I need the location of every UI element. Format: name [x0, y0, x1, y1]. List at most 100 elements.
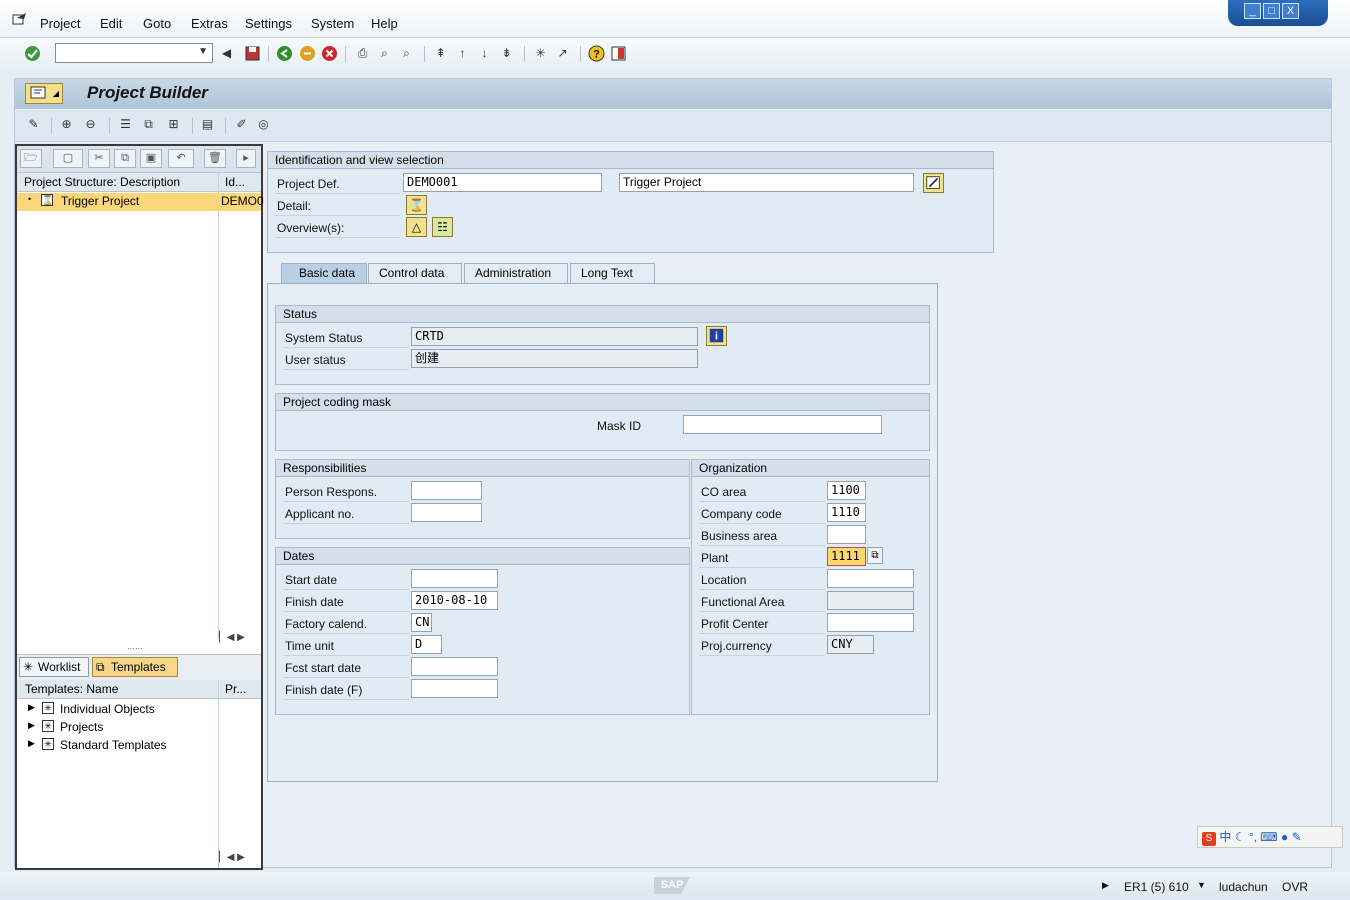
paste-icon[interactable]: ▣: [140, 149, 162, 168]
collapse-icon[interactable]: ⊖: [82, 116, 99, 133]
edit-pencil-icon[interactable]: ✎: [25, 116, 42, 133]
scroll-left-icon[interactable]: ▏◀ ▶: [219, 632, 245, 643]
cut-icon[interactable]: ✂: [88, 149, 110, 168]
column-pr-header[interactable]: Pr...: [225, 682, 246, 696]
system-info-dropdown-icon[interactable]: ▼: [1197, 880, 1206, 890]
print-icon[interactable]: ⎙: [354, 45, 371, 62]
expand-arrow-icon[interactable]: ▶: [28, 738, 35, 749]
copy-icon[interactable]: ⧉: [114, 149, 136, 168]
close-button[interactable]: X: [1282, 3, 1299, 19]
ime-keyboard-icon[interactable]: ⌨: [1260, 830, 1277, 844]
ime-moon-icon[interactable]: ☾: [1235, 830, 1246, 844]
system-menu-icon[interactable]: [12, 12, 28, 26]
menu-system[interactable]: System: [311, 16, 354, 31]
location-field[interactable]: [827, 569, 914, 588]
plant-field[interactable]: 1111: [827, 547, 866, 566]
mask-id-field[interactable]: [683, 415, 882, 434]
shortcut-icon[interactable]: ↗: [554, 45, 571, 62]
profit-center-field[interactable]: [827, 613, 914, 632]
menu-goto[interactable]: Goto: [143, 16, 171, 31]
tab-administration[interactable]: Administration: [464, 263, 568, 283]
last-page-icon[interactable]: ⇟: [498, 45, 515, 62]
change-documents-icon[interactable]: ✐: [233, 116, 250, 133]
undo-icon[interactable]: ↶: [168, 149, 194, 168]
menu-extras[interactable]: Extras: [191, 16, 228, 31]
company-code-field[interactable]: 1110: [827, 503, 866, 522]
menu-project[interactable]: Project: [40, 16, 80, 31]
dropdown-icon[interactable]: ▼: [198, 46, 208, 57]
create-icon[interactable]: ▢: [53, 149, 83, 168]
project-description-field[interactable]: Trigger Project: [619, 173, 914, 192]
ime-language-label[interactable]: 中: [1219, 830, 1231, 844]
start-date-field[interactable]: [411, 569, 498, 588]
command-field[interactable]: ▼: [55, 43, 213, 63]
open-folder-icon[interactable]: 🗁: [20, 149, 42, 168]
structure-graphic-icon[interactable]: ⧉: [140, 116, 157, 133]
restore-button[interactable]: □: [1263, 3, 1280, 19]
layout-menu-icon[interactable]: [610, 45, 627, 62]
help-icon[interactable]: ?: [588, 45, 605, 62]
ime-toolbar[interactable]: S 中 ☾ °, ⌨ ● ✎: [1197, 826, 1343, 848]
ime-user-icon[interactable]: ●: [1281, 830, 1288, 844]
edit-long-text-icon[interactable]: [923, 173, 944, 193]
network-icon[interactable]: ⊞: [165, 116, 182, 133]
menu-edit[interactable]: Edit: [100, 16, 122, 31]
more-icon[interactable]: ▸: [236, 149, 256, 168]
forecast-finish-field[interactable]: [411, 679, 498, 698]
network-overview-icon[interactable]: ☷: [432, 217, 453, 237]
title-menu-button[interactable]: ◢: [25, 83, 63, 104]
status-info-icon[interactable]: i: [706, 326, 727, 346]
tab-long-text[interactable]: Long Text: [570, 263, 655, 283]
exit-icon[interactable]: [299, 45, 316, 62]
finish-date-field[interactable]: 2010-08-10: [411, 591, 498, 610]
save-icon[interactable]: [244, 45, 261, 62]
back-icon[interactable]: [276, 45, 293, 62]
tree-item-description[interactable]: Trigger Project: [61, 194, 139, 208]
business-area-field[interactable]: [827, 525, 866, 544]
tree-item-id[interactable]: DEMO0: [221, 194, 264, 208]
collapse-left-icon[interactable]: ◀: [218, 45, 235, 62]
next-page-icon[interactable]: ↓: [476, 45, 493, 62]
project-detail-icon[interactable]: ⌛: [406, 195, 427, 215]
forecast-start-field[interactable]: [411, 657, 498, 676]
applicant-field[interactable]: [411, 503, 482, 522]
tab-worklist[interactable]: ✳ Worklist: [19, 657, 89, 677]
template-item[interactable]: Projects: [60, 720, 103, 734]
menu-help[interactable]: Help: [371, 16, 398, 31]
first-page-icon[interactable]: ⇞: [432, 45, 449, 62]
column-id-header[interactable]: Id...: [225, 175, 245, 189]
column-template-name-header[interactable]: Templates: Name: [25, 682, 118, 696]
project-def-field[interactable]: DEMO001: [403, 173, 602, 192]
hierarchy-icon[interactable]: ☰: [117, 116, 134, 133]
ime-settings-icon[interactable]: ✎: [1292, 830, 1302, 844]
search-help-icon[interactable]: ⧉: [867, 547, 883, 564]
scroll-left-icon[interactable]: ▏◀ ▶: [219, 852, 245, 863]
delete-icon[interactable]: 🗑: [204, 149, 226, 168]
previous-page-icon[interactable]: ↑: [454, 45, 471, 62]
ime-punctuation-icon[interactable]: °,: [1249, 830, 1257, 844]
settings-icon[interactable]: ◎: [255, 116, 272, 133]
person-responsible-field[interactable]: [411, 481, 482, 500]
expand-arrow-icon[interactable]: ▶: [28, 720, 35, 731]
column-description-header[interactable]: Project Structure: Description: [24, 175, 180, 189]
tab-basic-data[interactable]: Basic data: [281, 263, 367, 284]
table-icon[interactable]: ▤: [199, 116, 216, 133]
enter-check-icon[interactable]: [24, 45, 41, 62]
menu-settings[interactable]: Settings: [245, 16, 292, 31]
create-session-icon[interactable]: ✳: [532, 45, 549, 62]
status-expand-icon[interactable]: ▶: [1102, 880, 1109, 891]
expand-arrow-icon[interactable]: ▶: [28, 702, 35, 713]
template-item[interactable]: Individual Objects: [60, 702, 155, 716]
expand-icon[interactable]: ⊕: [58, 116, 75, 133]
factory-calendar-field[interactable]: CN: [411, 613, 432, 632]
cancel-icon[interactable]: [321, 45, 338, 62]
find-icon[interactable]: ⌕: [376, 45, 393, 62]
find-next-icon[interactable]: ⌕: [398, 45, 415, 62]
tab-control-data[interactable]: Control data: [368, 263, 462, 283]
time-unit-field[interactable]: D: [411, 635, 442, 654]
minimize-button[interactable]: _: [1244, 3, 1261, 19]
tab-templates[interactable]: ⧉ Templates: [92, 657, 178, 677]
template-item[interactable]: Standard Templates: [60, 738, 167, 752]
co-area-field[interactable]: 1100: [827, 481, 866, 500]
wbs-overview-icon[interactable]: △: [406, 217, 427, 237]
